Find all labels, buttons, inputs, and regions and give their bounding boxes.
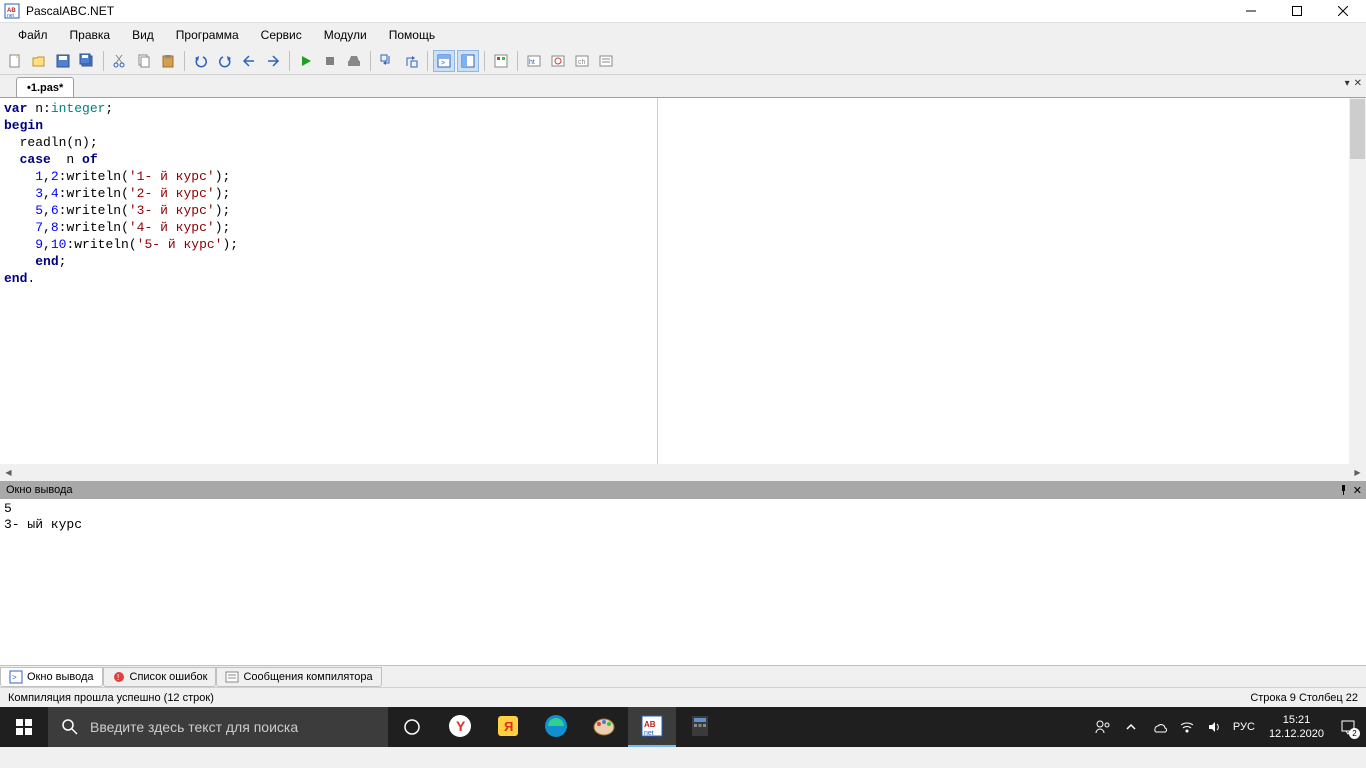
scroll-right-icon[interactable]: ▶ bbox=[1349, 464, 1366, 481]
tab-close-icon[interactable]: ✕ bbox=[1354, 78, 1362, 89]
taskbar-app-edge[interactable] bbox=[532, 707, 580, 747]
menubar: Файл Правка Вид Программа Сервис Модули … bbox=[0, 23, 1366, 47]
vertical-scrollbar[interactable] bbox=[1349, 98, 1366, 464]
output-panel-header: Окно вывода ✕ bbox=[0, 481, 1366, 499]
svg-text:>: > bbox=[12, 673, 17, 682]
panel-toggle-2[interactable] bbox=[457, 50, 479, 72]
tool-1-button[interactable]: ht bbox=[523, 50, 545, 72]
svg-text:!: ! bbox=[117, 673, 119, 682]
undo-button[interactable] bbox=[190, 50, 212, 72]
svg-text:>: > bbox=[441, 60, 445, 67]
nav-forward-button[interactable] bbox=[262, 50, 284, 72]
taskbar-app-yandex2[interactable]: Я bbox=[484, 707, 532, 747]
save-file-button[interactable] bbox=[52, 50, 74, 72]
tray-chevron-up-icon[interactable] bbox=[1121, 717, 1141, 737]
tray-clock[interactable]: 15:21 12.12.2020 bbox=[1263, 713, 1330, 741]
output-close-icon[interactable]: ✕ bbox=[1353, 484, 1362, 497]
redo-button[interactable] bbox=[214, 50, 236, 72]
paste-button[interactable] bbox=[157, 50, 179, 72]
tray-volume-icon[interactable] bbox=[1205, 717, 1225, 737]
tray-language[interactable]: РУС bbox=[1233, 721, 1255, 733]
window-title: PascalABC.NET bbox=[26, 4, 1228, 18]
tool-2-button[interactable] bbox=[547, 50, 569, 72]
cortana-button[interactable] bbox=[388, 707, 436, 747]
menu-service[interactable]: Сервис bbox=[251, 25, 312, 45]
copy-button[interactable] bbox=[133, 50, 155, 72]
titlebar: ABnet PascalABC.NET bbox=[0, 0, 1366, 23]
output-panel[interactable]: 5 3- ый курс bbox=[0, 499, 1366, 665]
toolbar: > ht ch bbox=[0, 47, 1366, 75]
svg-text:AB: AB bbox=[644, 720, 656, 729]
tab-dropdown-icon[interactable]: ▾ bbox=[1345, 78, 1350, 89]
taskbar-app-paint[interactable] bbox=[580, 707, 628, 747]
pin-icon[interactable] bbox=[1338, 484, 1349, 497]
svg-text:Я: Я bbox=[504, 719, 513, 734]
output-panel-title: Окно вывода bbox=[6, 484, 73, 496]
status-cursor-pos: Строка 9 Столбец 22 bbox=[1250, 692, 1358, 704]
svg-text:net: net bbox=[644, 730, 654, 737]
errors-tab-icon: ! bbox=[112, 670, 126, 684]
menu-modules[interactable]: Модули bbox=[314, 25, 377, 45]
output-tab-icon: > bbox=[9, 670, 23, 684]
start-button[interactable] bbox=[0, 707, 48, 747]
new-file-button[interactable] bbox=[4, 50, 26, 72]
bottom-tab-errors[interactable]: ! Список ошибок bbox=[103, 667, 217, 687]
taskbar-search[interactable]: Введите здесь текст для поиска bbox=[48, 707, 388, 747]
search-placeholder: Введите здесь текст для поиска bbox=[90, 719, 298, 735]
open-file-button[interactable] bbox=[28, 50, 50, 72]
tray-wifi-icon[interactable] bbox=[1177, 717, 1197, 737]
save-all-button[interactable] bbox=[76, 50, 98, 72]
step-into-button[interactable] bbox=[376, 50, 398, 72]
tray-onedrive-icon[interactable] bbox=[1149, 717, 1169, 737]
taskbar-app-yandex[interactable]: Y bbox=[436, 707, 484, 747]
status-message: Компиляция прошла успешно (12 строк) bbox=[8, 692, 1250, 704]
search-icon bbox=[62, 719, 78, 735]
windows-taskbar: Введите здесь текст для поиска Y Я ABnet… bbox=[0, 707, 1366, 747]
maximize-button[interactable] bbox=[1274, 0, 1320, 23]
menu-program[interactable]: Программа bbox=[166, 25, 249, 45]
close-button[interactable] bbox=[1320, 0, 1366, 23]
menu-view[interactable]: Вид bbox=[122, 25, 164, 45]
compiler-tab-icon bbox=[225, 670, 239, 684]
tray-notifications-icon[interactable]: 2 bbox=[1338, 717, 1358, 737]
code-editor[interactable]: var n:integer; begin readln(n); case n o… bbox=[0, 98, 658, 464]
nav-back-button[interactable] bbox=[238, 50, 260, 72]
svg-text:ch: ch bbox=[578, 59, 586, 66]
tool-3-button[interactable]: ch bbox=[571, 50, 593, 72]
step-over-button[interactable] bbox=[400, 50, 422, 72]
menu-file[interactable]: Файл bbox=[8, 25, 58, 45]
editor-area: var n:integer; begin readln(n); case n o… bbox=[0, 97, 1366, 464]
editor-secondary-pane bbox=[658, 98, 1366, 464]
bottom-tabbar: > Окно вывода ! Список ошибок Сообщения … bbox=[0, 665, 1366, 687]
svg-text:net: net bbox=[7, 13, 15, 19]
scroll-left-icon[interactable]: ◀ bbox=[0, 464, 17, 481]
form-designer-button[interactable] bbox=[490, 50, 512, 72]
horizontal-scrollbar[interactable]: ◀ ▶ bbox=[0, 464, 1366, 481]
cut-button[interactable] bbox=[109, 50, 131, 72]
tool-4-button[interactable] bbox=[595, 50, 617, 72]
bottom-tab-compiler[interactable]: Сообщения компилятора bbox=[216, 667, 381, 687]
document-tabbar: •1.pas* ▾ ✕ bbox=[0, 75, 1366, 97]
run-button[interactable] bbox=[295, 50, 317, 72]
tray-time: 15:21 bbox=[1269, 713, 1324, 727]
notification-badge: 2 bbox=[1349, 728, 1360, 739]
bottom-tab-output[interactable]: > Окно вывода bbox=[0, 667, 103, 687]
stop-button[interactable] bbox=[319, 50, 341, 72]
tray-date: 12.12.2020 bbox=[1269, 727, 1324, 741]
statusbar: Компиляция прошла успешно (12 строк) Стр… bbox=[0, 687, 1366, 707]
compile-button[interactable] bbox=[343, 50, 365, 72]
panel-toggle-1[interactable]: > bbox=[433, 50, 455, 72]
app-icon: ABnet bbox=[4, 3, 20, 19]
menu-help[interactable]: Помощь bbox=[379, 25, 445, 45]
svg-text:Y: Y bbox=[456, 718, 466, 734]
tray-people-icon[interactable] bbox=[1093, 717, 1113, 737]
taskbar-app-calculator[interactable] bbox=[676, 707, 724, 747]
taskbar-app-pascalabc[interactable]: ABnet bbox=[628, 707, 676, 747]
minimize-button[interactable] bbox=[1228, 0, 1274, 23]
tab-current-file[interactable]: •1.pas* bbox=[16, 77, 74, 97]
menu-edit[interactable]: Правка bbox=[60, 25, 121, 45]
svg-text:ht: ht bbox=[529, 59, 535, 66]
